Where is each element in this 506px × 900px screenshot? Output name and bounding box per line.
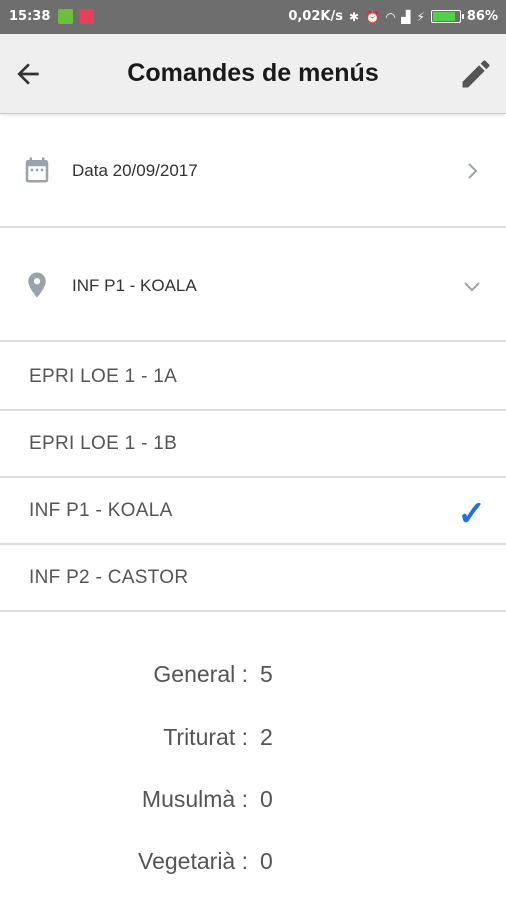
list-item[interactable]: EPRI LOE 1 - 1B (0, 411, 506, 478)
count-row: General : 5 (0, 661, 506, 701)
selected-group-label: INF P1 - KOALA (72, 276, 197, 295)
count-label: Triturat : (163, 724, 248, 750)
chevron-down-icon (464, 282, 480, 292)
app-notification-icon (79, 9, 94, 24)
count-row: Triturat : 2 (0, 724, 506, 764)
app-bar: Comandes de menús (0, 34, 506, 114)
list-item[interactable]: EPRI LOE 1 - 1A (0, 344, 506, 411)
count-label: Vegetarià : (138, 848, 248, 874)
bluetooth-icon: ✱ (348, 9, 360, 24)
count-value: 5 (260, 661, 273, 687)
pencil-icon[interactable] (458, 56, 494, 92)
charging-icon: ⚡ (416, 9, 425, 24)
count-row: Vegetarià : 0 (0, 848, 506, 888)
list-item[interactable]: INF P2 - CASTOR (0, 545, 506, 612)
page-title: Comandes de menús (127, 59, 379, 87)
status-time: 15:38 (9, 9, 51, 24)
date-label: Data 20/09/2017 (72, 161, 198, 180)
list-item-label: INF P2 - CASTOR (29, 567, 189, 588)
notification-icon (58, 9, 73, 24)
signal-icon: ▟ (401, 9, 411, 24)
group-list: EPRI LOE 1 - 1A EPRI LOE 1 - 1B INF P1 -… (0, 344, 506, 612)
date-selector[interactable]: Data 20/09/2017 (0, 114, 506, 228)
count-label: General : (153, 661, 248, 687)
alarm-icon: ⏰ (365, 9, 380, 24)
checkmark-icon: ✓ (457, 495, 487, 533)
calendar-icon (25, 157, 49, 183)
list-item-label: EPRI LOE 1 - 1A (29, 366, 178, 387)
count-value: 0 (260, 848, 273, 874)
wifi-icon: ◠ (385, 9, 396, 24)
count-value: 2 (260, 724, 273, 750)
status-bar: 15:38 0,02K/s ✱ ⏰ ◠ ▟ ⚡ 86% (0, 0, 506, 34)
count-row: Musulmà : 0 (0, 786, 506, 826)
list-item-label: EPRI LOE 1 - 1B (29, 433, 178, 454)
count-value: 0 (260, 786, 273, 812)
network-speed: 0,02K/s (288, 9, 343, 24)
battery-icon (430, 10, 464, 23)
map-pin-icon (28, 272, 46, 298)
group-selector[interactable]: INF P1 - KOALA (0, 228, 506, 342)
count-label: Musulmà : (141, 786, 248, 812)
status-indicators: 0,02K/s ✱ ⏰ ◠ ▟ ⚡ 86% (288, 9, 498, 24)
list-item[interactable]: INF P1 - KOALA ✓ (0, 478, 506, 545)
chevron-right-icon (468, 163, 478, 179)
battery-percent: 86% (466, 9, 498, 24)
list-item-label: INF P1 - KOALA (29, 500, 173, 521)
